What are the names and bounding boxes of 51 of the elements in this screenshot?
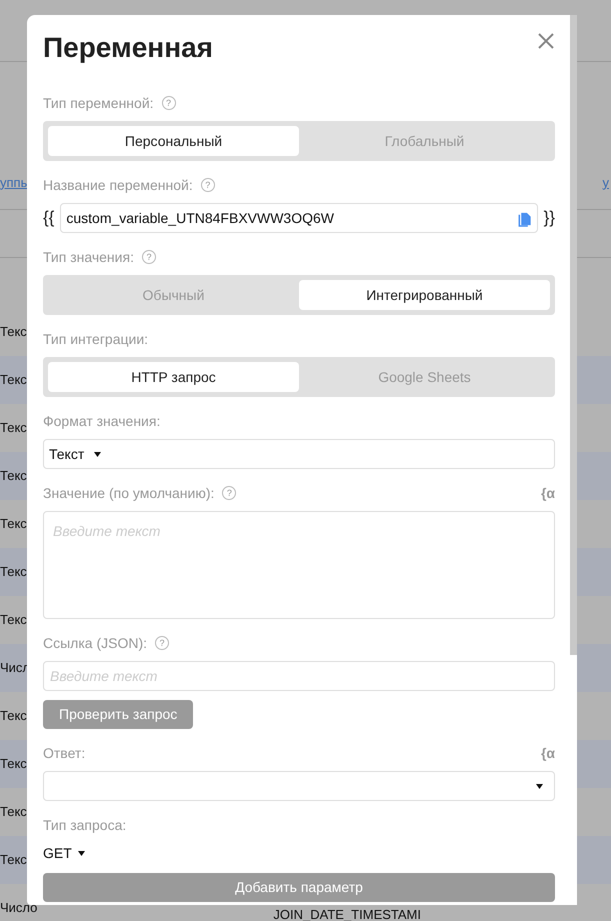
method-dropdown[interactable]: GET — [43, 843, 85, 863]
help-icon[interactable]: ? — [200, 178, 215, 192]
field-label: Ответ: — [43, 744, 86, 762]
field-label: Название переменной: — [43, 176, 193, 195]
field-label: Тип значения: — [43, 248, 134, 266]
field-value: custom_variable_UTN84FBXVWW3OQ6W — [66, 208, 335, 228]
caret-icon — [78, 850, 85, 856]
help-icon[interactable]: ? — [162, 96, 176, 110]
segment-tab[interactable]: Интегрированный — [299, 280, 550, 310]
scrollbar-thumb[interactable] — [570, 15, 577, 655]
segment-tab[interactable]: Персональный — [48, 126, 299, 156]
table-cell-text: Текс — [0, 323, 27, 342]
field-label: Тип переменной: — [43, 94, 154, 113]
table-cell-text: Текс — [0, 707, 27, 726]
table-cell-text: Число — [0, 899, 38, 918]
table-cell-text: Текс — [0, 419, 27, 438]
check-request-button[interactable]: Проверить запрос — [43, 700, 194, 729]
select-field[interactable] — [43, 771, 555, 801]
dialog-title: Переменная — [43, 31, 214, 65]
field-value: Текст — [49, 444, 84, 464]
table-cell-text: Текс — [0, 611, 27, 630]
table-cell: JOIN_DATE_TIMESTAMI — [273, 906, 421, 921]
table-cell-text: Текс — [0, 467, 27, 486]
table-cell-text: Текс — [0, 515, 27, 534]
table-cell-text: Текс — [0, 803, 27, 822]
help-icon[interactable]: ? — [142, 250, 156, 264]
input-field[interactable]: custom_variable_UTN84FBXVWW3OQ6W — [60, 203, 538, 233]
close-icon[interactable] — [537, 32, 555, 50]
segment-tab[interactable]: Google Sheets — [299, 362, 550, 392]
link[interactable]: у — [602, 172, 609, 192]
segment-tab[interactable]: Глобальный — [299, 126, 550, 156]
field-value: GET — [43, 844, 72, 862]
table-cell-text: Текс — [0, 371, 27, 390]
select-field[interactable]: Текст — [43, 439, 555, 469]
field-label: Тип запроса: — [43, 816, 126, 835]
brace-text: }} — [544, 207, 555, 230]
table-cell-text: Текс — [0, 755, 27, 774]
table-cell-text: Текс — [0, 563, 27, 582]
help-icon[interactable]: ? — [222, 486, 236, 500]
insert-variable-button[interactable]: {α — [540, 742, 555, 764]
add-parameter-button[interactable]: Добавить параметр — [43, 873, 555, 902]
field-label: Значение (по умолчанию): — [43, 484, 214, 503]
segment-tab[interactable]: HTTP запрос — [48, 362, 299, 392]
field-label: Тип интеграции: — [43, 330, 148, 349]
help-icon[interactable]: ? — [155, 636, 170, 650]
insert-variable-button[interactable]: {α — [540, 482, 555, 504]
field-label: Ссылка (JSON): — [43, 634, 148, 653]
brace-text: {{ — [43, 207, 54, 230]
field-label: Формат значения: — [43, 412, 160, 431]
segment-tab[interactable]: Обычный — [48, 280, 299, 310]
table-cell-text: Текс — [0, 851, 27, 870]
